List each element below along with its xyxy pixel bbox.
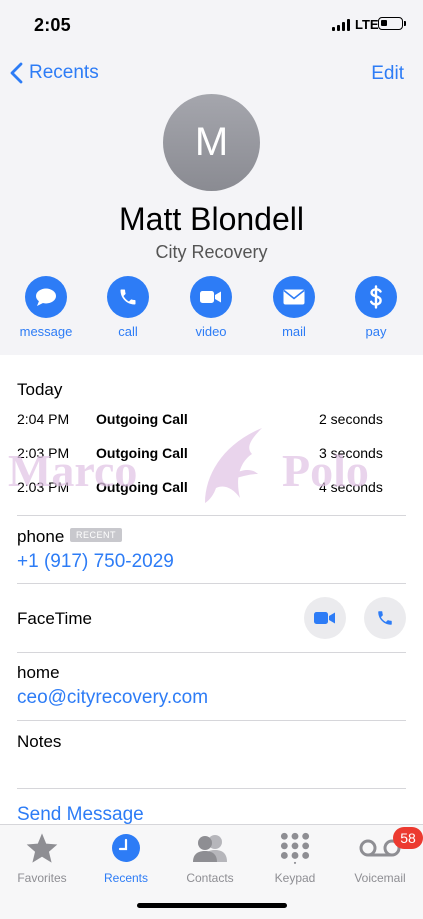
- tab-label: Favorites: [17, 871, 67, 885]
- chevron-left-icon: [10, 62, 23, 84]
- message-label: message: [19, 324, 73, 339]
- dollar-icon: [355, 276, 397, 318]
- call-time: 2:03 PM: [17, 479, 70, 495]
- tab-label: Contacts: [186, 871, 234, 885]
- call-duration: 3 seconds: [319, 445, 383, 461]
- phone-label: phone: [17, 527, 65, 546]
- battery-tip: [404, 21, 406, 26]
- contact-name: Matt Blondell: [119, 201, 304, 237]
- star-icon: [0, 831, 84, 865]
- facetime-audio-button[interactable]: [364, 597, 406, 639]
- call-label: call: [118, 324, 138, 339]
- call-log-row: 2:03 PM Outgoing Call 4 seconds: [17, 479, 417, 499]
- video-action-button[interactable]: video: [181, 276, 241, 339]
- battery-icon: [378, 17, 403, 30]
- status-time: 2:05: [34, 15, 71, 35]
- tab-recents[interactable]: Recents: [84, 831, 168, 885]
- divider: [17, 583, 406, 584]
- call-log-heading: Today: [17, 380, 63, 399]
- avatar: M: [163, 94, 260, 191]
- pay-label: pay: [365, 324, 387, 339]
- back-button[interactable]: Recents: [10, 62, 99, 84]
- facetime-video-button[interactable]: [304, 597, 346, 639]
- tab-label: Recents: [103, 871, 149, 885]
- facetime-label: FaceTime: [17, 609, 92, 628]
- call-action-button[interactable]: call: [98, 276, 158, 339]
- home-indicator[interactable]: [137, 903, 287, 908]
- call-duration: 2 seconds: [319, 411, 383, 427]
- phone-icon: [378, 611, 392, 625]
- signal-icon: [332, 19, 352, 31]
- tab-favorites[interactable]: Favorites: [0, 831, 84, 885]
- recent-badge: RECENT: [70, 528, 123, 542]
- avatar-initial: M: [194, 120, 229, 164]
- divider: [17, 720, 406, 721]
- clock-icon: [84, 831, 168, 865]
- video-icon: [314, 612, 335, 624]
- mail-icon: [273, 276, 315, 318]
- mail-label: mail: [282, 324, 306, 339]
- call-log-row: 2:04 PM Outgoing Call 2 seconds: [17, 411, 417, 431]
- tab-keypad[interactable]: Keypad: [253, 831, 337, 885]
- network-type: LTE: [355, 17, 379, 32]
- message-icon: [25, 276, 67, 318]
- edit-button[interactable]: Edit: [371, 63, 404, 85]
- contact-company: City Recovery: [155, 242, 268, 262]
- message-action-button[interactable]: message: [16, 276, 76, 339]
- call-log-row: 2:03 PM Outgoing Call 3 seconds: [17, 445, 417, 465]
- call-time: 2:04 PM: [17, 411, 70, 427]
- tab-label: Voicemail: [354, 871, 406, 885]
- call-kind: Outgoing Call: [96, 411, 188, 427]
- call-time: 2:03 PM: [17, 445, 70, 461]
- divider: [17, 515, 406, 516]
- mail-action-button[interactable]: mail: [264, 276, 324, 339]
- video-label: video: [195, 324, 227, 339]
- video-icon: [190, 276, 232, 318]
- keypad-icon: [253, 831, 337, 865]
- phone-icon: [107, 276, 149, 318]
- divider: [17, 652, 406, 653]
- contacts-icon: [168, 831, 252, 865]
- tab-label: Keypad: [274, 871, 316, 885]
- call-kind: Outgoing Call: [96, 479, 188, 495]
- tab-contacts[interactable]: Contacts: [168, 831, 252, 885]
- send-message-button[interactable]: Send Message: [17, 804, 144, 826]
- call-kind: Outgoing Call: [96, 445, 188, 461]
- notes-label[interactable]: Notes: [17, 732, 61, 752]
- pay-action-button[interactable]: pay: [346, 276, 406, 339]
- email-label: home: [17, 663, 60, 682]
- phone-number-link[interactable]: +1 (917) 750-2029: [17, 551, 174, 573]
- voicemail-badge: 58: [393, 827, 423, 849]
- divider: [17, 788, 406, 789]
- call-duration: 4 seconds: [319, 479, 383, 495]
- email-link[interactable]: ceo@cityrecovery.com: [17, 687, 208, 709]
- back-label: Recents: [29, 62, 99, 83]
